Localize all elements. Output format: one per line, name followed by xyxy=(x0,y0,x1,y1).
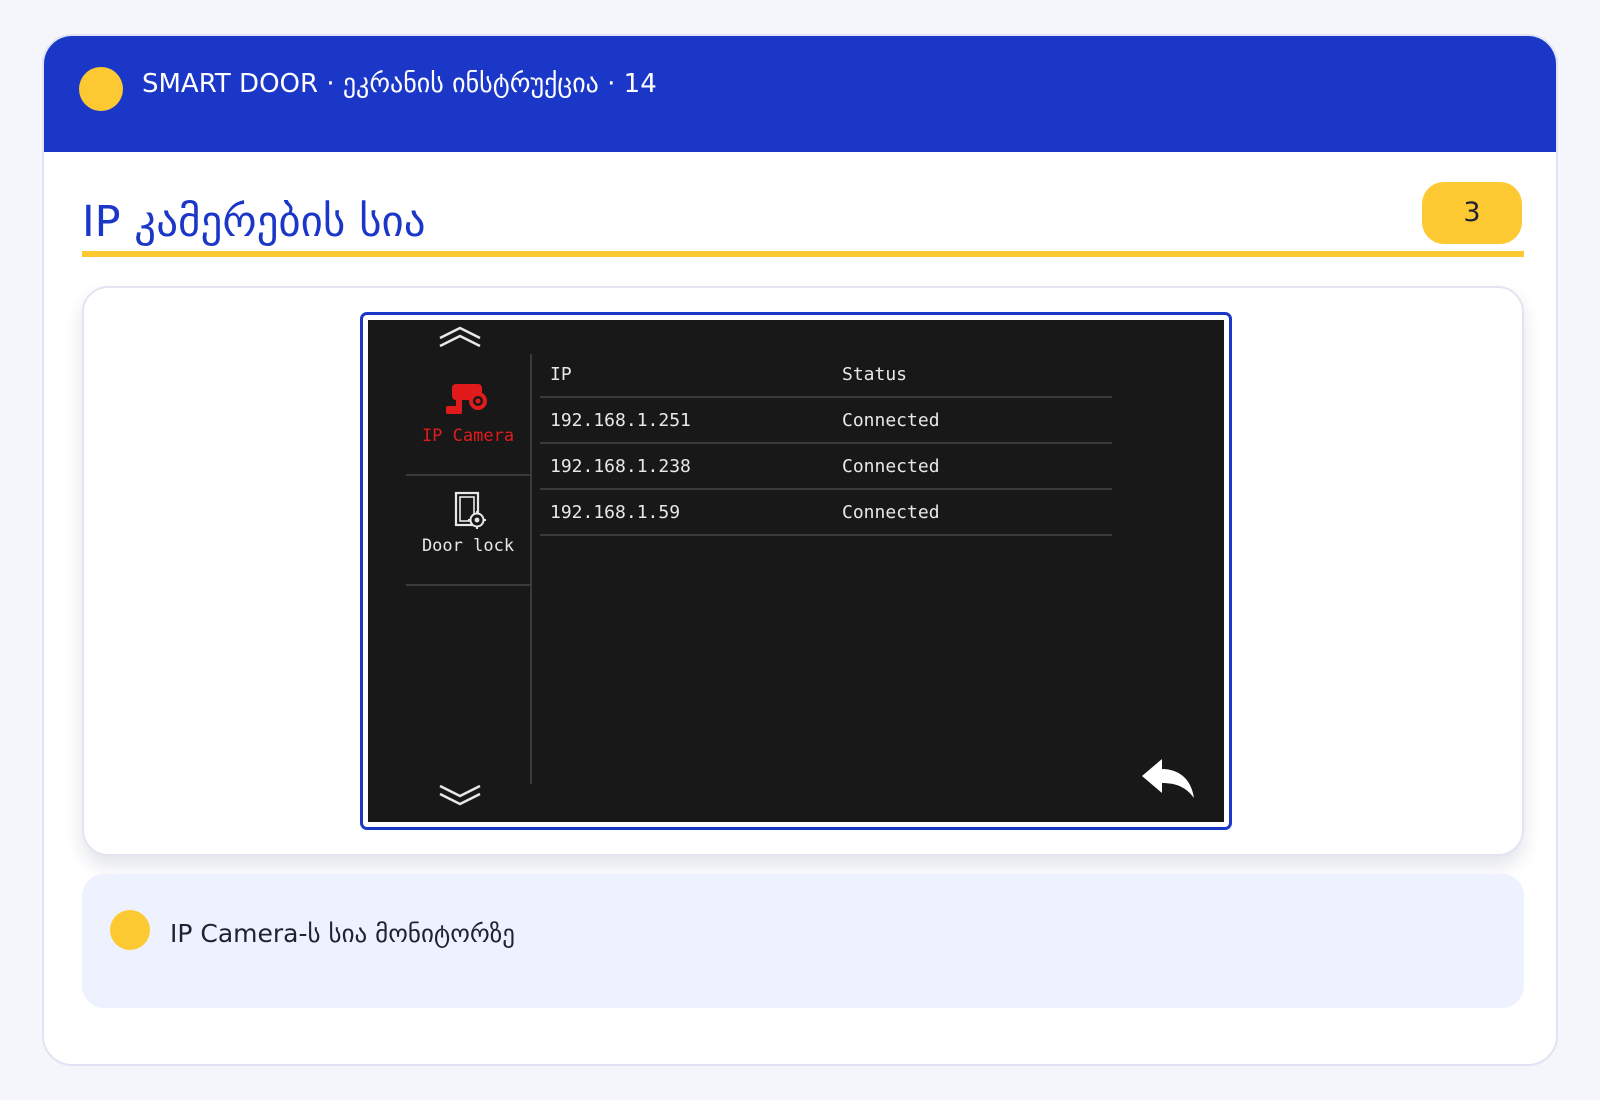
table-header-row: IP Status xyxy=(540,352,1112,398)
title-underline xyxy=(82,251,1524,257)
status-cell: Connected xyxy=(842,410,940,431)
cctv-camera-icon xyxy=(446,384,487,414)
sidebar-item-ip-camera[interactable]: IP Camera xyxy=(406,366,530,476)
instruction-card: SMART DOOR · ეკრანის ინსტრუქცია · 14 IP … xyxy=(42,34,1558,1066)
double-chevron-down-icon[interactable] xyxy=(438,782,482,808)
caption-text: IP Camera-ს სია მონიტორზე xyxy=(170,919,516,948)
header-title: SMART DOOR · ეკრანის ინსტრუქცია · 14 xyxy=(142,69,657,99)
caption-box: IP Camera-ს სია მონიტორზე xyxy=(82,874,1524,1008)
sidebar-item-door-lock[interactable]: Door lock xyxy=(406,476,530,586)
table-row[interactable]: 192.168.1.59 Connected xyxy=(540,490,1112,536)
return-arrow-icon[interactable] xyxy=(1138,756,1198,802)
column-header-ip: IP xyxy=(550,364,572,385)
header-dot-icon xyxy=(79,67,123,111)
device-screenshot-frame: IP Camera Door lock IP Status 192.168.1.… xyxy=(360,312,1232,830)
status-cell: Connected xyxy=(842,456,940,477)
header-bar: SMART DOOR · ეკრანის ინსტრუქცია · 14 xyxy=(44,36,1556,152)
column-header-status: Status xyxy=(842,364,908,385)
sidebar-divider xyxy=(530,354,532,784)
section-title: IP კამერების სია xyxy=(82,197,426,247)
door-lock-settings-icon xyxy=(454,491,486,529)
ip-address-cell: 192.168.1.59 xyxy=(550,502,681,523)
double-chevron-up-icon[interactable] xyxy=(438,324,482,350)
sidebar-item-label: Door lock xyxy=(421,536,515,556)
table-row[interactable]: 192.168.1.238 Connected xyxy=(540,444,1112,490)
screenshot-figure: IP Camera Door lock IP Status 192.168.1.… xyxy=(82,286,1524,856)
device-screen: IP Camera Door lock IP Status 192.168.1.… xyxy=(368,320,1224,822)
caption-bullet-icon xyxy=(110,910,150,950)
ip-camera-table: IP Status 192.168.1.251 Connected 192.16… xyxy=(540,352,1112,536)
status-cell: Connected xyxy=(842,502,940,523)
ip-address-cell: 192.168.1.251 xyxy=(550,410,691,431)
page-number-badge: 3 xyxy=(1422,182,1522,244)
ip-address-cell: 192.168.1.238 xyxy=(550,456,691,477)
sidebar-item-label: IP Camera xyxy=(421,426,515,446)
table-row[interactable]: 192.168.1.251 Connected xyxy=(540,398,1112,444)
